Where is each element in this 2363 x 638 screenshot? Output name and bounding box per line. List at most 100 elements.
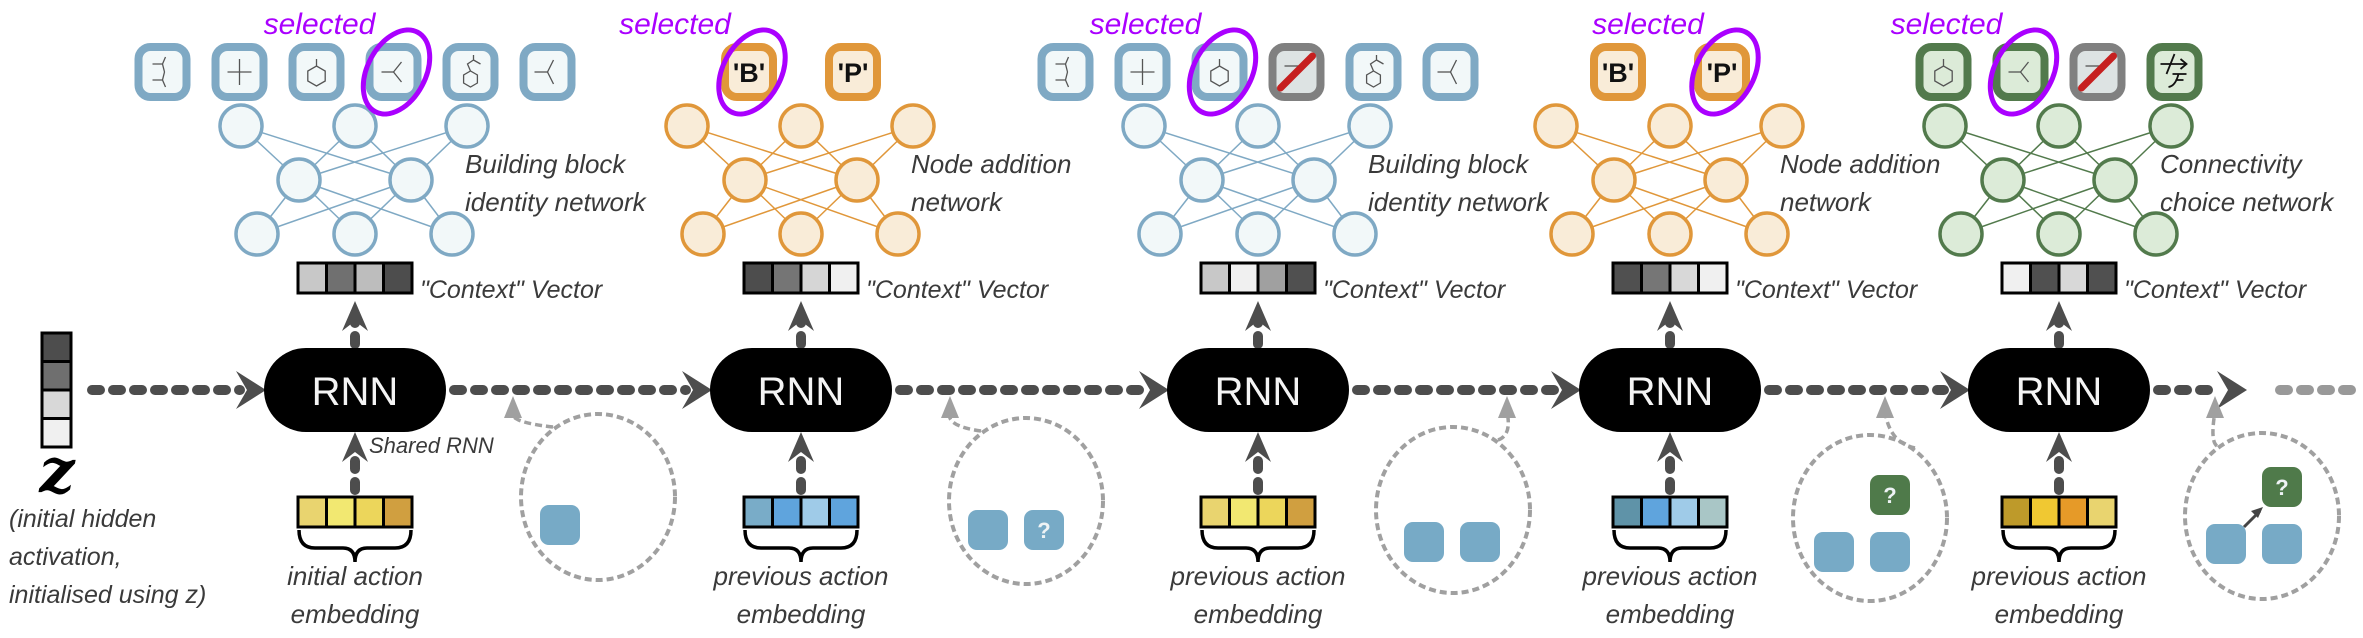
building-block-network [218, 103, 490, 257]
rnn-label: RNN [312, 370, 399, 414]
context-vector-label: "Context" Vector [1735, 276, 1919, 304]
network-node [1549, 211, 1595, 257]
option-label: 'P' [838, 58, 869, 88]
context-vector [742, 261, 860, 295]
brace [743, 529, 859, 563]
action-option [442, 43, 499, 101]
context-vector-label: "Context" Vector [866, 276, 1050, 304]
vector-cell [1256, 495, 1288, 529]
network-node [778, 211, 824, 257]
network-node [276, 157, 322, 203]
node-addition-network [664, 103, 936, 257]
graph-node [1814, 532, 1854, 572]
rnn-label: RNN [1627, 370, 1714, 414]
network-node [2092, 157, 2138, 203]
option-tile [442, 43, 499, 101]
z-vector-cell [40, 331, 73, 363]
network-node [332, 103, 378, 149]
option-tile [134, 43, 191, 101]
graph-node [2206, 524, 2246, 564]
network-node [234, 211, 280, 257]
graph-state-bubble: ? [2183, 396, 2341, 601]
rnn-cell: RNN [264, 348, 446, 432]
network-label: Building block [465, 149, 627, 179]
vector-cell [1199, 495, 1231, 529]
brace [1200, 529, 1316, 563]
initial-hidden-state: z(initial hidden activation, initialised u… [9, 331, 266, 609]
network-node [1533, 103, 1579, 149]
bubble-outline [1791, 433, 1949, 603]
connectivity-network [1922, 103, 2194, 257]
vector-cell [1697, 495, 1729, 529]
action-option [1037, 43, 1094, 101]
vector-cell [325, 495, 357, 529]
network-label: Connectivity [2160, 149, 2304, 179]
embedding-label: embedding [1995, 599, 2124, 629]
network-node [875, 211, 921, 257]
vector-cell [2057, 261, 2089, 295]
action-option [211, 43, 268, 101]
brace [1612, 529, 1728, 563]
bubble-outline [2183, 431, 2341, 601]
network-node [1980, 157, 2026, 203]
shared-rnn-label: Shared RNN [369, 433, 494, 458]
vector-cell [325, 261, 357, 295]
vector-cell [353, 495, 385, 529]
vector-cell [742, 261, 774, 295]
arrowhead-up-icon [1876, 396, 1894, 418]
initial-state-label: initialised using z) [9, 581, 206, 609]
rnn-cell: RNN [710, 348, 892, 432]
context-vector-label: "Context" Vector [420, 276, 604, 304]
generation-step-1: Building block identity network selected "C… [134, 8, 712, 629]
vector-cell [1668, 495, 1700, 529]
network-node [1922, 103, 1968, 149]
network-label: Node addition [1780, 149, 1940, 179]
action-embedding [1611, 495, 1729, 529]
vector-cell [1285, 495, 1317, 529]
vector-cell [2000, 495, 2032, 529]
action-option [2146, 43, 2203, 101]
arrowhead-up-icon [504, 396, 522, 418]
bubble-outline [519, 412, 677, 582]
network-node [1347, 103, 1393, 149]
vector-cell [296, 261, 328, 295]
graph-node [1460, 522, 1500, 562]
network-label: network [1780, 187, 1873, 217]
action-option [1114, 43, 1171, 101]
action-option: 'B' [1590, 43, 1646, 101]
network-node [1938, 211, 1984, 257]
vector-cell [1640, 495, 1672, 529]
bubble-outline [1374, 425, 1532, 595]
network-node [429, 211, 475, 257]
network-node [834, 157, 880, 203]
initial-state-label: (initial hidden [9, 505, 156, 533]
vector-cell [2000, 261, 2032, 295]
network-node [2036, 103, 2082, 149]
action-embedding [742, 495, 860, 529]
z-vector-cell [40, 388, 73, 420]
selected-label: selected [264, 8, 377, 41]
bubble-outline [947, 416, 1105, 586]
network-label: identity network [465, 187, 648, 217]
action-option [1915, 43, 1972, 101]
vector-cell [1285, 261, 1317, 295]
network-label: network [911, 187, 1004, 217]
vector-cell [828, 495, 860, 529]
vector-cell [2086, 495, 2118, 529]
rnn-label: RNN [758, 370, 845, 414]
action-option [134, 43, 191, 101]
arrowhead-up-icon [941, 396, 959, 418]
graph-node [1870, 532, 1910, 572]
network-node [680, 211, 726, 257]
graph-node [1404, 522, 1444, 562]
embedding-label: previous action [1971, 561, 2147, 591]
network-node [2133, 211, 2179, 257]
vector-cell [382, 495, 414, 529]
vector-cell [1228, 495, 1260, 529]
generation-step-3: Building block identity network selected "C… [1037, 8, 1581, 629]
rnn-cell: RNN [1968, 348, 2150, 432]
embedding-label: embedding [737, 599, 866, 629]
graph-state-bubble [504, 396, 677, 582]
graph-node [540, 505, 580, 545]
action-option [1422, 43, 1479, 101]
